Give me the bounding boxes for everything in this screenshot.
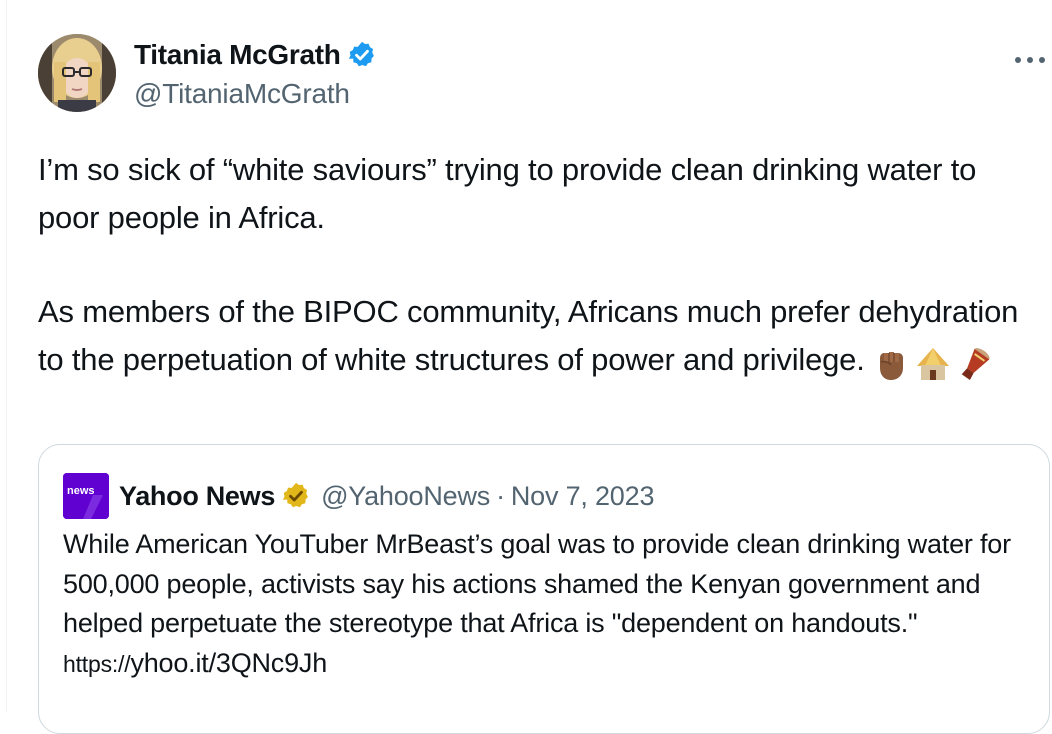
display-name-row: Titania McGrath [134,38,377,72]
author-names: Titania McGrath @TitaniaMcGrath [134,38,377,110]
hut-icon [916,347,949,380]
tweet-paragraph-2: As members of the BIPOC community, Afric… [38,288,1038,386]
quoted-text-body: While American YouTuber MrBeast’s goal w… [63,529,1011,638]
raised-fist-icon [879,351,903,380]
tweet-paragraph-1: I’m so sick of “white saviours” trying t… [38,152,977,235]
tweet: Titania McGrath @TitaniaMcGrath I’m so s… [38,34,1050,386]
quoted-tweet-card[interactable]: news Yahoo News @YahooNews · Nov 7, 2023… [38,444,1050,734]
avatar-image [38,34,116,112]
quoted-tweet-header: news Yahoo News @YahooNews · Nov 7, 2023 [63,473,655,519]
quoted-display-name[interactable]: Yahoo News [119,481,275,512]
verified-badge-icon[interactable] [347,40,377,70]
gold-verified-badge-icon[interactable] [281,481,311,511]
tweet-header: Titania McGrath @TitaniaMcGrath [38,34,1050,114]
drum-icon [961,347,990,380]
quoted-link[interactable]: https://yhoo.it/3QNc9Jh [63,648,327,678]
quoted-link-prefix: https:// [63,650,131,677]
quoted-handle[interactable]: @YahooNews [321,481,490,512]
yahoo-news-logo-image: news [63,473,109,519]
quoted-tweet-text: While American YouTuber MrBeast’s goal w… [63,525,1033,684]
quoted-separator: · [496,480,505,511]
more-options-button[interactable] [1010,48,1050,72]
more-horizontal-icon [1015,57,1045,63]
quoted-date[interactable]: Nov 7, 2023 [511,481,655,512]
column-border [6,0,7,712]
yahoo-news-logo[interactable]: news [63,473,109,519]
author-display-name[interactable]: Titania McGrath [134,39,341,71]
author-handle[interactable]: @TitaniaMcGrath [134,78,377,110]
yahoo-news-logo-text: news [67,485,95,497]
avatar[interactable] [38,34,116,112]
tweet-text: I’m so sick of “white saviours” trying t… [38,146,1038,386]
emoji-row [871,338,997,386]
quoted-link-rest: yhoo.it/3QNc9Jh [130,647,328,678]
